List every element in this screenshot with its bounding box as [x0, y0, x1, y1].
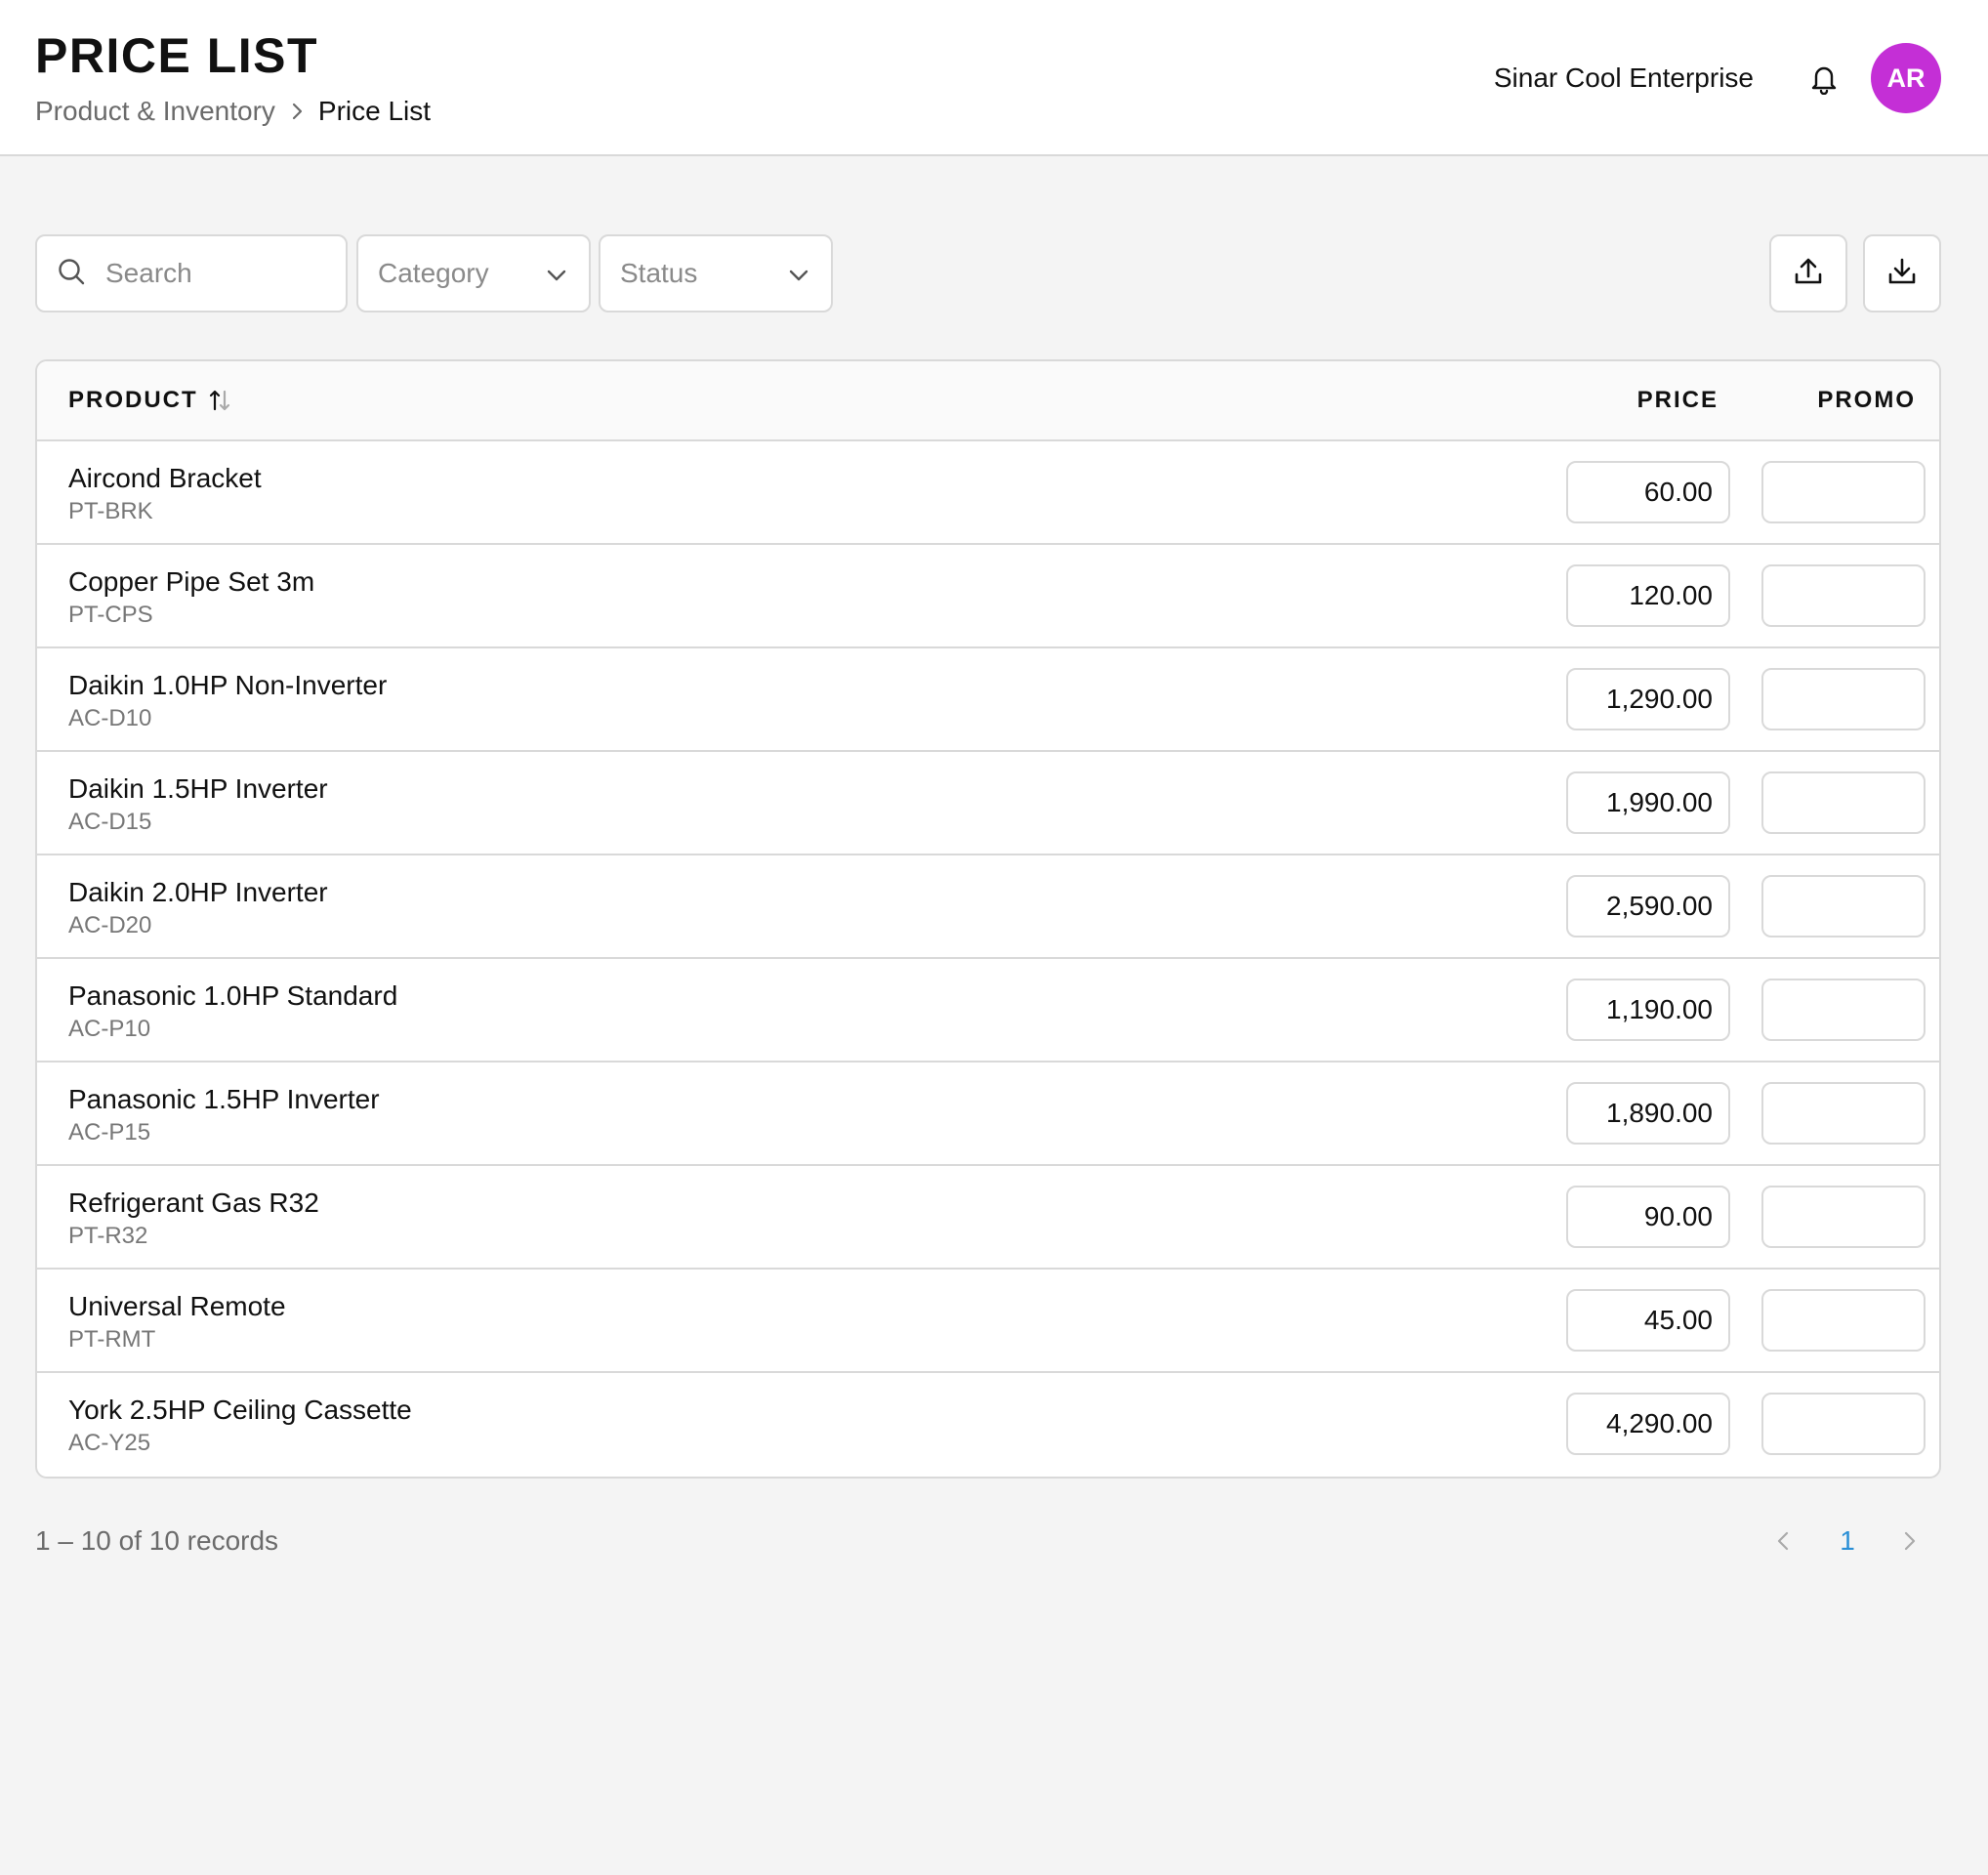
promo-input[interactable]: [1761, 1289, 1926, 1352]
user-avatar[interactable]: AR: [1871, 43, 1941, 113]
search-icon: [57, 257, 86, 291]
price-input[interactable]: 4,290.00: [1566, 1393, 1730, 1455]
promo-input[interactable]: [1761, 461, 1926, 523]
table-row: Daikin 1.5HP Inverter AC-D15 1,990.00: [37, 752, 1939, 855]
records-count: 1 – 10 of 10 records: [35, 1525, 279, 1556]
page-title: PRICE LIST: [35, 28, 319, 83]
product-name: Copper Pipe Set 3m: [68, 566, 315, 597]
status-select[interactable]: Status: [599, 234, 833, 312]
product-code: AC-D20: [68, 912, 152, 938]
product-code: AC-P15: [68, 1119, 151, 1146]
table-row: Daikin 2.0HP Inverter AC-D20 2,590.00: [37, 855, 1939, 959]
product-code: PT-RMT: [68, 1326, 156, 1353]
chevron-right-icon: [291, 102, 305, 121]
search-placeholder: Search: [105, 258, 192, 288]
upload-button[interactable]: [1769, 234, 1847, 312]
product-code: AC-D10: [68, 705, 152, 731]
table-row: Aircond Bracket PT-BRK 60.00: [37, 441, 1939, 545]
chevron-left-icon[interactable]: [1763, 1523, 1802, 1559]
sort-arrows-icon[interactable]: [208, 388, 231, 413]
price-input[interactable]: 45.00: [1566, 1289, 1730, 1352]
breadcrumb-parent-link[interactable]: Product & Inventory: [35, 96, 275, 127]
product-code: AC-Y25: [68, 1430, 151, 1456]
chevron-right-icon[interactable]: [1890, 1523, 1929, 1559]
upload-icon: [1793, 256, 1824, 292]
promo-input[interactable]: [1761, 668, 1926, 730]
breadcrumb: Product & Inventory Price List: [35, 96, 431, 127]
column-header-price: PRICE: [1636, 387, 1719, 413]
status-select-label: Status: [620, 258, 698, 288]
category-select[interactable]: Category: [356, 234, 591, 312]
pagination-page-1[interactable]: 1: [1828, 1523, 1867, 1559]
promo-input[interactable]: [1761, 1393, 1926, 1455]
column-header-promo: PROMO: [1817, 387, 1916, 413]
table-row: Daikin 1.0HP Non-Inverter AC-D10 1,290.00: [37, 648, 1939, 752]
search-input[interactable]: Search: [35, 234, 348, 312]
download-icon: [1886, 256, 1918, 292]
product-name: Daikin 2.0HP Inverter: [68, 877, 328, 907]
download-button[interactable]: [1863, 234, 1941, 312]
product-code: AC-P10: [68, 1016, 151, 1042]
price-input[interactable]: 2,590.00: [1566, 875, 1730, 938]
product-code: PT-R32: [68, 1223, 148, 1249]
table-header: PRODUCT PRICE PROMO: [37, 361, 1939, 441]
table-body: Aircond Bracket PT-BRK 60.00 Copper Pipe Se…: [37, 441, 1939, 1477]
category-select-label: Category: [378, 258, 489, 288]
product-name: Aircond Bracket: [68, 463, 262, 493]
product-code: AC-D15: [68, 809, 152, 835]
promo-input[interactable]: [1761, 1082, 1926, 1145]
price-input[interactable]: 120.00: [1566, 564, 1730, 627]
table-row: Panasonic 1.0HP Standard AC-P10 1,190.00: [37, 959, 1939, 1062]
price-input[interactable]: 1,290.00: [1566, 668, 1730, 730]
product-name: York 2.5HP Ceiling Cassette: [68, 1395, 412, 1425]
price-input[interactable]: 1,190.00: [1566, 979, 1730, 1041]
product-name: Panasonic 1.5HP Inverter: [68, 1084, 380, 1114]
price-input[interactable]: 1,890.00: [1566, 1082, 1730, 1145]
promo-input[interactable]: [1761, 771, 1926, 834]
price-input[interactable]: 60.00: [1566, 461, 1730, 523]
promo-input[interactable]: [1761, 979, 1926, 1041]
price-input[interactable]: 90.00: [1566, 1186, 1730, 1248]
table-row: York 2.5HP Ceiling Cassette AC-Y25 4,290.0…: [37, 1373, 1939, 1477]
product-code: PT-CPS: [68, 602, 153, 628]
price-list-table: PRODUCT PRICE PROMO Aircond Bracket PT-BR…: [35, 359, 1941, 1479]
promo-input[interactable]: [1761, 875, 1926, 938]
breadcrumb-current: Price List: [317, 96, 432, 126]
filter-toolbar: Search Category Status: [35, 234, 1941, 312]
bell-icon[interactable]: [1806, 61, 1842, 96]
promo-input[interactable]: [1761, 564, 1926, 627]
organization-name[interactable]: Sinar Cool Enterprise: [1494, 62, 1754, 94]
table-row: Copper Pipe Set 3m PT-CPS 120.00: [37, 545, 1939, 648]
column-header-product[interactable]: PRODUCT: [68, 361, 231, 439]
table-row: Refrigerant Gas R32 PT-R32 90.00: [37, 1166, 1939, 1270]
column-header-product-label: PRODUCT: [68, 387, 198, 413]
product-name: Daikin 1.0HP Non-Inverter: [68, 670, 388, 700]
table-row: Universal Remote PT-RMT 45.00: [37, 1270, 1939, 1373]
product-name: Panasonic 1.0HP Standard: [68, 980, 398, 1011]
product-code: PT-BRK: [68, 498, 153, 524]
price-input[interactable]: 1,990.00: [1566, 771, 1730, 834]
product-name: Daikin 1.5HP Inverter: [68, 773, 328, 804]
chevron-down-icon: [546, 258, 567, 289]
product-name: Universal Remote: [68, 1291, 286, 1321]
promo-input[interactable]: [1761, 1186, 1926, 1248]
product-name: Refrigerant Gas R32: [68, 1188, 319, 1218]
table-row: Panasonic 1.5HP Inverter AC-P15 1,890.00: [37, 1062, 1939, 1166]
top-header: PRICE LIST Product & Inventory Price Lis…: [0, 0, 1988, 156]
chevron-down-icon: [788, 258, 809, 289]
